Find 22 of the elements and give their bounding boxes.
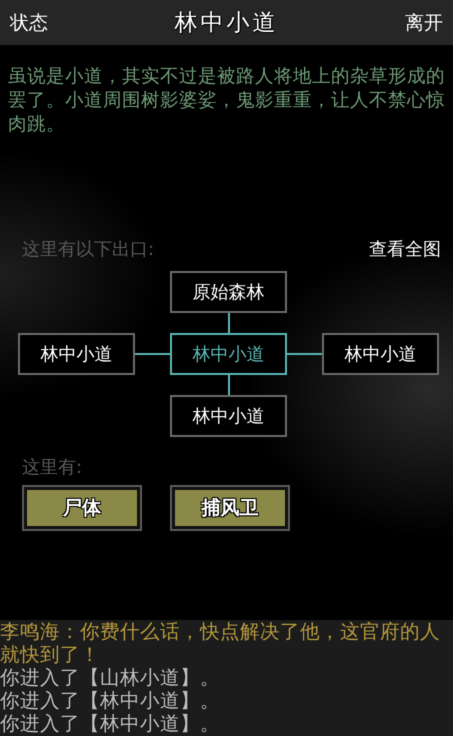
connector-line xyxy=(287,353,322,355)
connector-line xyxy=(228,375,230,395)
object-button[interactable]: 捕风卫 xyxy=(172,487,288,529)
status-button[interactable]: 状态 xyxy=(8,10,50,36)
exits-label: 这里有以下出口: xyxy=(22,238,154,261)
connector-line xyxy=(228,313,230,333)
system-message: 你进入了【山林小道】。 xyxy=(0,666,221,689)
location-description: 虽说是小道，其实不过是被路人将地上的杂草形成的罢了。小道周围树影婆娑，鬼影重重，让人不禁心惊肉跳。 xyxy=(8,65,445,137)
map-room[interactable]: 林中小道 xyxy=(18,333,135,375)
leave-button[interactable]: 离开 xyxy=(403,10,445,36)
view-map-button[interactable]: 查看全图 xyxy=(369,237,441,261)
location-title: 林中小道 xyxy=(174,9,278,38)
map-room[interactable]: 原始森林 xyxy=(170,271,287,313)
system-message: 你进入了【林中小道】。 xyxy=(0,689,221,712)
object-button[interactable]: 尸体 xyxy=(24,487,140,529)
map-room[interactable]: 林中小道 xyxy=(170,395,287,437)
map-room[interactable]: 林中小道 xyxy=(170,333,287,375)
map-room[interactable]: 林中小道 xyxy=(322,333,439,375)
objects-label: 这里有: xyxy=(22,456,84,479)
dialogue-message: 李鸣海：你费什么话，快点解决了他，这官府的人就快到了！ xyxy=(0,620,441,666)
connector-line xyxy=(135,353,170,355)
system-message: 你进入了【林中小道】。 xyxy=(0,712,221,735)
